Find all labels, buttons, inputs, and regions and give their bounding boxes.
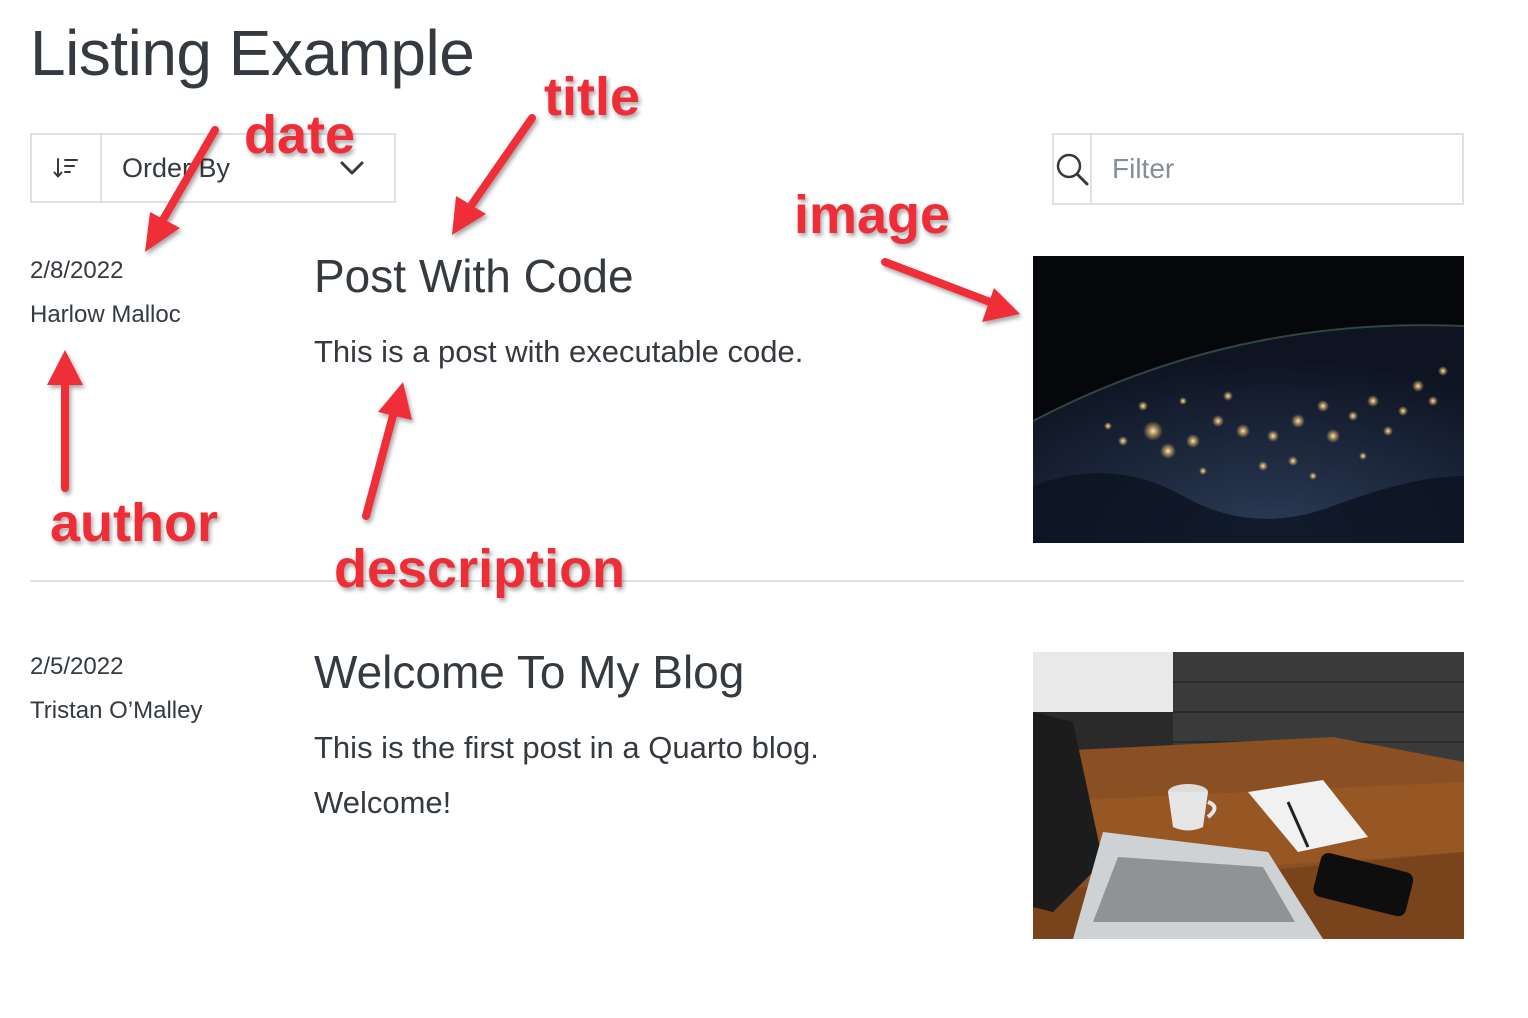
post-title[interactable]: Welcome To My Blog (314, 642, 954, 702)
title-arrow (452, 114, 536, 235)
sort-toggle-button[interactable] (32, 135, 102, 201)
listing-item[interactable]: 2/8/2022 Harlow Malloc Post With Code Th… (30, 250, 1464, 544)
annotation-image: image (794, 185, 951, 245)
post-body: Welcome To My Blog This is the first pos… (314, 642, 954, 830)
post-date: 2/8/2022 (30, 257, 124, 284)
search-icon (1054, 135, 1092, 203)
listing-divider (30, 580, 1464, 582)
filter-input[interactable] (1092, 134, 1475, 204)
page-title: Listing Example (30, 17, 475, 89)
post-title[interactable]: Post With Code (314, 246, 954, 306)
post-body: Post With Code This is a post with execu… (314, 246, 954, 379)
annotation-description: description (334, 539, 626, 599)
post-description: This is the first post in a Quarto blog.… (314, 730, 819, 820)
post-author: Harlow Malloc (30, 301, 181, 328)
post-description: This is a post with executable code. (314, 334, 804, 369)
listing-item[interactable]: 2/5/2022 Tristan O’Malley Welcome To My … (30, 646, 1464, 940)
post-meta: 2/8/2022 Harlow Malloc (30, 256, 181, 330)
sort-descending-icon (53, 158, 78, 178)
annotation-title: title (544, 67, 641, 127)
post-date: 2/5/2022 (30, 653, 124, 680)
post-image-earth-at-night[interactable] (1033, 256, 1464, 543)
post-image-laptop-desk[interactable] (1033, 652, 1464, 939)
post-author: Tristan O’Malley (30, 697, 203, 724)
annotation-author: author (50, 493, 218, 553)
post-meta: 2/5/2022 Tristan O’Malley (30, 652, 202, 726)
annotation-date: date (244, 105, 356, 165)
filter-search[interactable] (1052, 133, 1475, 205)
